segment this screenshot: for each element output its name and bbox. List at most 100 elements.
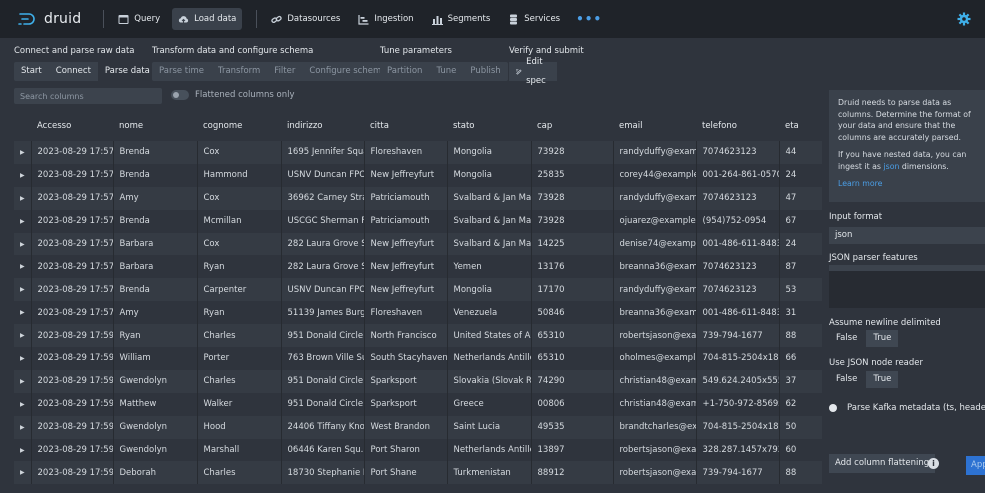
table-row[interactable]: ▶2023-08-29 17:57:50BrendaMcmillanUSCGC … xyxy=(14,209,822,233)
tab-connect[interactable]: Connect xyxy=(49,62,98,81)
table-row[interactable]: ▶2023-08-29 17:57:48BrendaHammondUSNV Du… xyxy=(14,163,822,187)
search-columns-input[interactable] xyxy=(14,88,162,104)
tab-tune[interactable]: Tune xyxy=(429,62,463,81)
cloud-upload-icon xyxy=(179,15,189,23)
json-dimensions-link[interactable]: json xyxy=(883,162,899,171)
expand-row-icon[interactable]: ▶ xyxy=(14,255,31,279)
json-node-reader-buttons: False True xyxy=(829,371,899,388)
newline-false-button[interactable]: False xyxy=(829,330,864,347)
expand-row-icon[interactable]: ▶ xyxy=(14,392,31,416)
gantt-chart-icon xyxy=(358,14,369,25)
table-row[interactable]: ▶2023-08-29 17:59:05WilliamPorter763 Bro… xyxy=(14,347,822,370)
expand-row-icon[interactable]: ▶ xyxy=(14,141,31,164)
expand-row-icon[interactable]: ▶ xyxy=(14,324,31,348)
column-header[interactable]: cognome xyxy=(197,111,281,141)
toggle-switch[interactable] xyxy=(171,90,189,100)
json-node-reader-label: Use JSON node reader xyxy=(829,358,924,368)
parse-kafka-metadata-toggle[interactable]: Parse Kafka metadata (ts, headers, ke xyxy=(829,403,985,413)
table-cell: randyduffy@example. xyxy=(612,186,696,210)
nav-more-button[interactable]: ••• xyxy=(576,12,602,26)
tab-transform[interactable]: Transform xyxy=(211,62,267,81)
table-cell: 7074623123 xyxy=(695,278,779,302)
table-cell: 73928 xyxy=(530,141,613,164)
column-header[interactable]: telefono xyxy=(696,111,779,141)
table-row[interactable]: ▶2023-08-29 17:59:10DeborahCharles18730 … xyxy=(14,461,822,485)
tab-start[interactable]: Start xyxy=(14,62,49,81)
table-row[interactable]: ▶2023-08-29 17:57:49AmyCox36962 Carney S… xyxy=(14,186,822,210)
expand-row-icon[interactable]: ▶ xyxy=(14,369,31,393)
learn-more-link[interactable]: Learn more xyxy=(838,178,985,190)
add-column-flattening-button[interactable]: Add column flattening xyxy=(829,454,936,473)
column-header[interactable]: citta xyxy=(364,111,447,141)
tab-filter[interactable]: Filter xyxy=(267,62,302,81)
tab-partition[interactable]: Partition xyxy=(380,62,429,81)
table-row[interactable]: ▶2023-08-29 17:59:07MatthewWalker951 Don… xyxy=(14,392,822,416)
table-row[interactable]: ▶2023-08-29 17:57:55AmyRyan51139 James B… xyxy=(14,301,822,325)
tab-parse-data[interactable]: Parse data xyxy=(97,62,157,81)
table-cell: 549.624.2405x55560 xyxy=(695,369,779,393)
table-row[interactable]: ▶2023-08-29 17:59:06GwendolynCharles951 … xyxy=(14,369,822,393)
nav-segments-button[interactable]: Segments xyxy=(426,8,497,30)
table-cell: William xyxy=(112,347,197,370)
table-cell: 62 xyxy=(778,392,822,416)
nav-load-data-button[interactable]: Load data xyxy=(172,8,243,30)
nav-query-button[interactable]: Query xyxy=(112,8,166,30)
table-cell: 739-794-1677 xyxy=(695,461,779,485)
node-reader-false-button[interactable]: False xyxy=(829,371,864,388)
expand-row-icon[interactable]: ▶ xyxy=(14,186,31,210)
nav-datasources-button[interactable]: Datasources xyxy=(265,8,346,30)
table-cell: 53 xyxy=(778,278,822,302)
table-row[interactable]: ▶2023-08-29 17:57:54BrendaCarpenterUSNV … xyxy=(14,278,822,302)
table-cell: Saint Lucia xyxy=(446,415,531,439)
table-cell: 25835 xyxy=(530,163,613,187)
gear-icon[interactable] xyxy=(957,12,971,26)
apply-button[interactable]: Apply xyxy=(966,456,985,475)
input-format-select[interactable]: json xyxy=(829,227,985,244)
column-header[interactable]: nome xyxy=(113,111,197,141)
flattened-columns-toggle[interactable]: Flattened columns only xyxy=(171,90,294,100)
expand-row-icon[interactable]: ▶ xyxy=(14,347,31,370)
expand-row-icon[interactable]: ▶ xyxy=(14,415,31,439)
table-row[interactable]: ▶2023-08-29 17:59:04RyanCharles951 Donal… xyxy=(14,324,822,348)
newline-true-button[interactable]: True xyxy=(866,330,899,347)
flattened-columns-label: Flattened columns only xyxy=(195,90,295,100)
column-header[interactable]: stato xyxy=(447,111,531,141)
table-cell: 2023-08-29 17:57:47 xyxy=(30,141,113,164)
table-row[interactable]: ▶2023-08-29 17:57:52BarbaraCox282 Laura … xyxy=(14,232,822,256)
table-cell: 88 xyxy=(778,324,822,348)
table-cell: 7074623123 xyxy=(695,186,779,210)
druid-logo[interactable]: druid xyxy=(18,11,81,27)
expand-row-icon[interactable]: ▶ xyxy=(14,278,31,302)
expand-row-icon[interactable]: ▶ xyxy=(14,209,31,233)
expand-row-icon[interactable]: ▶ xyxy=(14,232,31,256)
json-parser-features-editor[interactable] xyxy=(829,265,985,308)
table-row[interactable]: ▶2023-08-29 17:57:53BarbaraRyan282 Laura… xyxy=(14,255,822,279)
tab-publish[interactable]: Publish xyxy=(463,62,507,81)
nav-ingestion-button[interactable]: Ingestion xyxy=(352,8,419,30)
table-row[interactable]: ▶2023-08-29 17:59:09GwendolynMarshall064… xyxy=(14,438,822,462)
node-reader-true-button[interactable]: True xyxy=(866,371,899,388)
tab-parse-time[interactable]: Parse time xyxy=(152,62,211,81)
info-icon[interactable]: i xyxy=(928,458,939,469)
step-group-tune: Partition Tune Publish xyxy=(380,62,508,81)
table-cell: Walker xyxy=(196,392,281,416)
expand-row-icon[interactable]: ▶ xyxy=(14,461,31,485)
table-cell: Slovakia (Slovak Repul xyxy=(446,369,531,393)
table-cell: Gwendolyn xyxy=(112,369,197,393)
column-header[interactable]: cap xyxy=(531,111,613,141)
column-header[interactable]: email xyxy=(613,111,696,141)
table-cell: 37 xyxy=(778,369,822,393)
expand-row-icon[interactable]: ▶ xyxy=(14,163,31,187)
table-row[interactable]: ▶2023-08-29 17:57:47BrendaCox1695 Jennif… xyxy=(14,141,822,164)
expand-row-icon[interactable]: ▶ xyxy=(14,438,31,462)
edit-spec-button[interactable]: Edit spec xyxy=(509,57,557,86)
table-cell: 17170 xyxy=(530,278,613,302)
table-row[interactable]: ▶2023-08-29 17:59:08GwendolynHood24406 T… xyxy=(14,415,822,439)
column-header[interactable]: indirizzo xyxy=(281,111,364,141)
expand-row-icon[interactable]: ▶ xyxy=(14,301,31,325)
column-header[interactable]: Accesso xyxy=(31,111,113,141)
nav-services-button[interactable]: Services xyxy=(502,8,566,30)
column-header[interactable]: eta xyxy=(779,111,822,141)
table-cell: Ryan xyxy=(196,301,281,325)
column-header-expander xyxy=(14,111,31,141)
